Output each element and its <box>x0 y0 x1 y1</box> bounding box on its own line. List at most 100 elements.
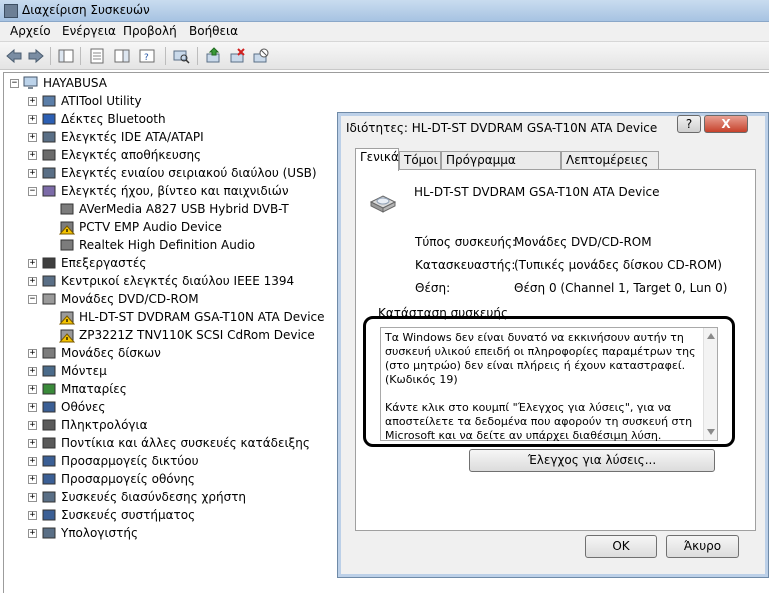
expand-toggle[interactable]: + <box>28 438 37 448</box>
tree-item-label: Συσκευές συστήματος <box>61 508 196 522</box>
tree-category-item[interactable]: + Μπαταρίες <box>28 380 127 398</box>
cancel-button[interactable]: Άκυρο <box>666 535 739 558</box>
expand-toggle[interactable]: + <box>28 168 37 178</box>
expand-toggle[interactable]: + <box>28 456 37 466</box>
collapse-toggle[interactable]: − <box>28 186 37 196</box>
tree-root[interactable]: − HAYABUSA <box>10 74 107 92</box>
tree-category-item[interactable]: + Κεντρικοί ελεγκτές διαύλου IEEE 1394 <box>28 272 294 290</box>
tree-item-label: ZP3221Z TNV110K SCSI CdRom Device <box>79 328 315 342</box>
menu-action[interactable]: Ενέργεια <box>62 24 116 38</box>
help-button[interactable]: ? <box>677 115 701 133</box>
expand-toggle[interactable]: + <box>28 474 37 484</box>
tree-category-item[interactable]: + Πληκτρολόγια <box>28 416 148 434</box>
update-driver-icon[interactable] <box>205 47 223 65</box>
window-title: Διαχείριση Συσκευών <box>22 3 150 17</box>
disable-device-icon[interactable] <box>252 47 270 65</box>
console-tree-icon[interactable] <box>57 47 75 65</box>
tree-category-item[interactable]: + Ελεγκτές ενιαίου σειριακού διαύλου (USB… <box>28 164 317 182</box>
menu-view[interactable]: Προβολή <box>123 24 177 38</box>
dvd-drive-icon <box>369 195 397 213</box>
expand-toggle[interactable]: + <box>28 96 37 106</box>
properties-icon[interactable] <box>88 47 106 65</box>
tree-item-label: Κεντρικοί ελεγκτές διαύλου IEEE 1394 <box>61 274 295 288</box>
forward-arrow-icon[interactable] <box>27 47 45 65</box>
tree-category-item[interactable]: + Επεξεργαστές <box>28 254 146 272</box>
tree-category-item[interactable]: − Μονάδες DVD/CD-ROM <box>28 290 199 308</box>
collapse-toggle[interactable]: − <box>10 78 19 88</box>
scan-hardware-icon[interactable] <box>172 47 190 65</box>
tree-category-item[interactable]: + Ελεγκτές IDE ATA/ATAPI <box>28 128 204 146</box>
tree-category-item[interactable]: + Μόντεμ <box>28 362 107 380</box>
tree-category-item[interactable]: + Προσαρμογείς οθόνης <box>28 470 195 488</box>
location-value: Θέση 0 (Channel 1, Target 0, Lun 0) <box>514 281 728 295</box>
expand-toggle[interactable]: + <box>28 348 37 358</box>
tree-item-label: Μονάδες δίσκων <box>61 346 161 360</box>
expand-toggle[interactable]: + <box>28 384 37 394</box>
tab-general[interactable]: Γενικά <box>355 148 399 171</box>
category-icon <box>42 419 56 431</box>
device-type-value: Μονάδες DVD/CD-ROM <box>514 235 652 249</box>
annotation-highlight <box>363 316 735 447</box>
expand-toggle[interactable]: + <box>28 510 37 520</box>
tree-item-label: Realtek High Definition Audio <box>79 238 256 252</box>
ok-button[interactable]: OK <box>585 535 657 558</box>
tree-item-label: AVerMedia A827 USB Hybrid DVB-T <box>79 202 289 216</box>
location-label: Θέση: <box>415 281 451 295</box>
tree-device-item[interactable]: AVerMedia A827 USB Hybrid DVB-T <box>59 200 289 218</box>
close-button[interactable]: X <box>704 115 748 133</box>
tree-device-item[interactable]: PCTV EMP Audio Device <box>59 218 222 236</box>
expand-toggle[interactable]: + <box>28 420 37 430</box>
tree-item-label: Προσαρμογείς δικτύου <box>61 454 199 468</box>
tree-category-item[interactable]: + Δέκτες Bluetooth <box>28 110 166 128</box>
tab-driver[interactable]: Πρόγραμμα οδήγησης <box>441 151 561 184</box>
tree-device-item[interactable]: ZP3221Z TNV110K SCSI CdRom Device <box>59 326 315 344</box>
tree-category-item[interactable]: + Συσκευές διασύνδεσης χρήστη <box>28 488 246 506</box>
expand-toggle[interactable]: + <box>28 258 37 268</box>
expand-toggle[interactable]: + <box>28 132 37 142</box>
expand-toggle[interactable]: + <box>28 492 37 502</box>
tree-category-item[interactable]: + Οθόνες <box>28 398 105 416</box>
category-icon <box>42 131 56 143</box>
category-icon <box>42 527 56 539</box>
tree-item-label: Ποντίκια και άλλες συσκευές κατάδειξης <box>61 436 310 450</box>
uninstall-icon[interactable] <box>229 47 247 65</box>
help-icon[interactable] <box>113 47 131 65</box>
expand-toggle[interactable]: + <box>28 402 37 412</box>
details-pane-icon[interactable]: ? <box>138 47 156 65</box>
category-icon <box>42 95 56 107</box>
category-icon <box>42 383 56 395</box>
tree-category-item[interactable]: + Προσαρμογείς δικτύου <box>28 452 199 470</box>
tree-category-item[interactable]: + Ποντίκια και άλλες συσκευές κατάδειξης <box>28 434 310 452</box>
expand-toggle[interactable]: + <box>28 276 37 286</box>
tree-category-item[interactable]: + Ελεγκτές αποθήκευσης <box>28 146 201 164</box>
collapse-toggle[interactable]: − <box>28 294 37 304</box>
tree-category-item[interactable]: − Ελεγκτές ήχου, βίντεο και παιχνιδιών <box>28 182 289 200</box>
expand-toggle[interactable]: + <box>28 528 37 538</box>
toolbar: ? <box>0 42 769 70</box>
tree-item-label: ATITool Utility <box>61 94 142 108</box>
device-manager-icon <box>4 4 18 18</box>
menu-help[interactable]: Βοήθεια <box>189 24 238 38</box>
check-for-solutions-button[interactable]: Έλεγχος για λύσεις... <box>469 449 715 472</box>
device-type-label: Τύπος συσκευής: <box>415 235 517 249</box>
tree-category-item[interactable]: + Συσκευές συστήματος <box>28 506 195 524</box>
tree-category-item[interactable]: + ATITool Utility <box>28 92 142 110</box>
tree-category-item[interactable]: + Μονάδες δίσκων <box>28 344 161 362</box>
tree-root-label: HAYABUSA <box>43 76 107 90</box>
menu-file[interactable]: Αρχείο <box>10 24 51 38</box>
device-icon <box>59 311 75 325</box>
tree-item-label: Οθόνες <box>61 400 106 414</box>
toolbar-separator <box>165 47 166 65</box>
tab-volumes[interactable]: Τόμοι <box>399 151 441 170</box>
category-icon <box>42 473 56 485</box>
tree-device-item[interactable]: HL-DT-ST DVDRAM GSA-T10N ATA Device <box>59 308 325 326</box>
tree-category-item[interactable]: + Υπολογιστής <box>28 524 138 542</box>
tree-item-label: Προσαρμογείς οθόνης <box>61 472 195 486</box>
expand-toggle[interactable]: + <box>28 150 37 160</box>
tab-details[interactable]: Λεπτομέρειες <box>561 151 659 170</box>
tree-device-item[interactable]: Realtek High Definition Audio <box>59 236 255 254</box>
tree-item-label: Συσκευές διασύνδεσης χρήστη <box>61 490 247 504</box>
expand-toggle[interactable]: + <box>28 114 37 124</box>
back-arrow-icon[interactable] <box>5 47 23 65</box>
expand-toggle[interactable]: + <box>28 366 37 376</box>
